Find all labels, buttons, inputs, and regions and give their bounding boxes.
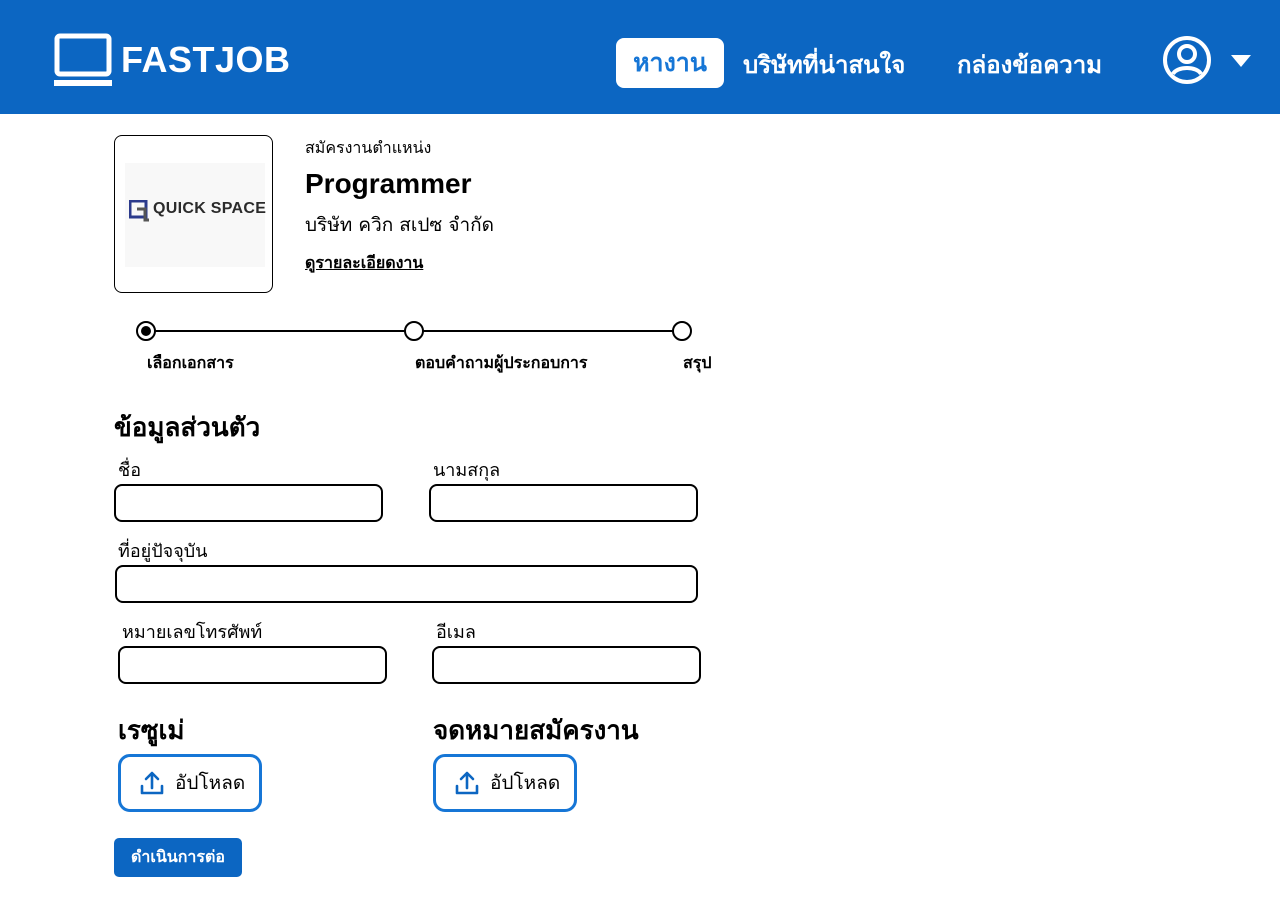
email-label: อีเมล [436,622,476,643]
quickspace-mark-icon [129,200,149,222]
phone-field[interactable] [118,646,387,684]
user-circle-icon[interactable] [1162,35,1212,85]
cover-letter-upload-label: อัปโหลด [490,772,561,794]
step-label-summary: สรุป [683,353,712,372]
cover-letter-upload-button[interactable]: อัปโหลด [433,754,577,812]
step-label-questions: ตอบคำถามผู้ประกอบการ [415,353,588,372]
cover-letter-heading: จดหมายสมัครงาน [433,716,639,746]
company-logo: QUICK SPACE [114,135,273,293]
resume-upload-button[interactable]: อัปโหลด [118,754,262,812]
view-job-details-link[interactable]: ดูรายละเอียดงาน [305,251,423,276]
continue-button[interactable]: ดำเนินการต่อ [114,838,242,877]
company-name: บริษัท ควิก สเปซ จำกัด [305,214,495,236]
resume-upload-label: อัปโหลด [175,772,246,794]
step-dot-summary [672,321,692,341]
nav-inbox[interactable]: กล่องข้อความ [957,45,1102,84]
top-navigation-bar: FASTJOB หางาน บริษัทที่น่าสนใจ กล่องข้อค… [0,0,1280,114]
last-name-field[interactable] [429,484,698,522]
address-label: ที่อยู่ปัจจุบัน [118,541,208,562]
first-name-field[interactable] [114,484,383,522]
nav-interesting-companies[interactable]: บริษัทที่น่าสนใจ [743,45,905,84]
resume-heading: เรซูเม่ [118,716,185,746]
brand-name: FASTJOB [121,39,291,80]
brand-logo[interactable]: FASTJOB [54,33,291,87]
step-dot-questions [404,321,424,341]
email-field[interactable] [432,646,701,684]
laptop-icon [54,33,112,86]
phone-label: หมายเลขโทรศัพท์ [122,622,263,643]
caret-down-icon[interactable] [1230,54,1252,68]
company-logo-wordmark: QUICK SPACE [153,200,267,217]
nav-find-jobs[interactable]: หางาน [616,38,724,88]
step-dot-documents [136,321,156,341]
apply-position-label: สมัครงานตำแหน่ง [305,138,432,157]
address-field[interactable] [115,565,698,603]
upload-icon [455,771,479,795]
step-label-documents: เลือกเอกสาร [147,353,234,372]
job-title: Programmer [305,168,472,199]
upload-icon [140,771,164,795]
first-name-label: ชื่อ [118,460,142,481]
last-name-label: นามสกุล [433,460,501,481]
personal-info-heading: ข้อมูลส่วนตัว [114,413,261,443]
